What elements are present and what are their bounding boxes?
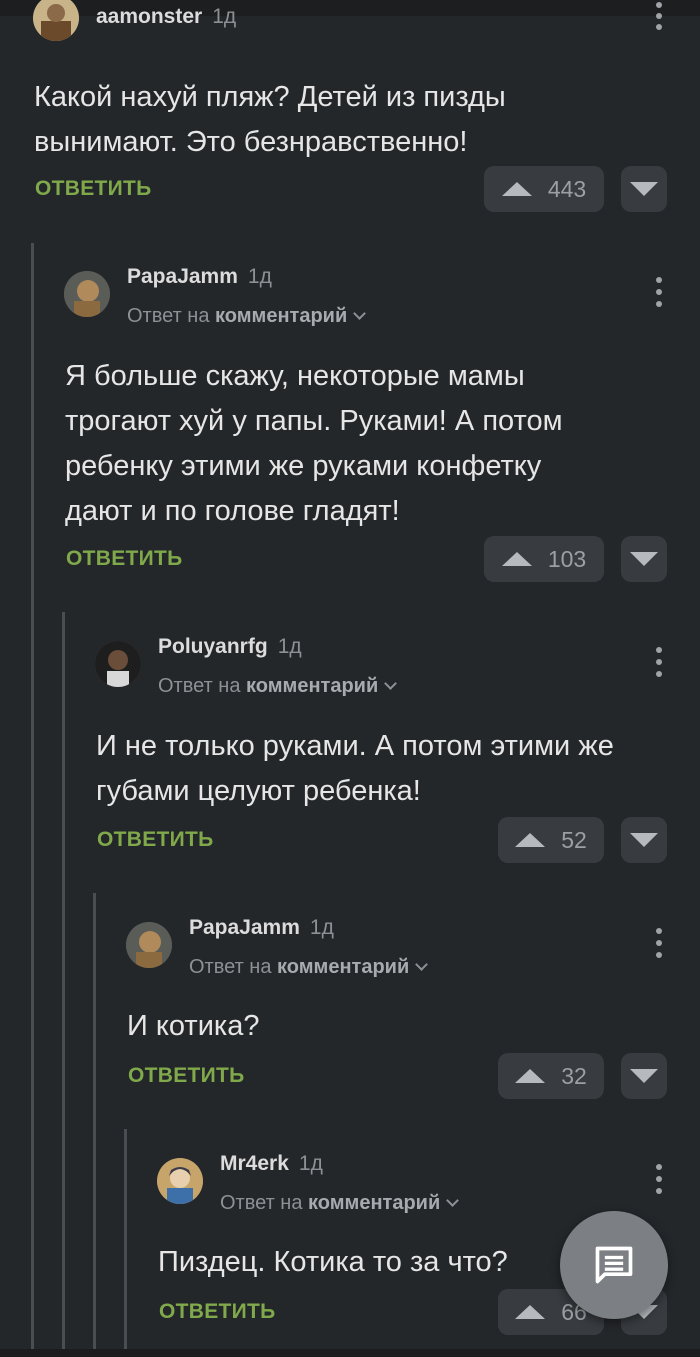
comment-time: 1д: [309, 916, 334, 939]
avatar[interactable]: [33, 0, 79, 41]
user-avatar-mr4erk-icon: [157, 1158, 203, 1204]
comment-text: Я больше скажу, некоторые мамы трогают х…: [65, 360, 563, 527]
reply-button[interactable]: ОТВЕТИТЬ: [159, 1300, 276, 1324]
comment-text: И не только руками. А потом этими же губ…: [96, 730, 614, 807]
user-avatar-papajamm-icon: [64, 271, 110, 317]
more-menu-icon[interactable]: [653, 647, 665, 677]
comment-time: 1д: [247, 265, 272, 288]
arrow-up-icon: [501, 552, 532, 566]
reply-button[interactable]: ОТВЕТИТЬ: [35, 177, 152, 201]
avatar[interactable]: [64, 271, 110, 317]
more-menu-icon[interactable]: [653, 2, 665, 30]
more-menu-icon[interactable]: [653, 1164, 665, 1194]
reply-button[interactable]: ОТВЕТИТЬ: [97, 828, 214, 852]
downvote-button[interactable]: [621, 166, 667, 212]
comment-time: 1д: [277, 635, 302, 658]
comment-text: Какой нахуй пляж? Детей из пизды вынимаю…: [34, 81, 506, 158]
arrow-down-icon: [630, 182, 658, 196]
arrow-up-icon: [501, 182, 532, 196]
comment-author[interactable]: aamonster 1д: [96, 5, 236, 29]
vote-count: 443: [547, 175, 587, 202]
reply-button[interactable]: ОТВЕТИТЬ: [128, 1064, 245, 1088]
chevron-down-icon: [446, 1194, 460, 1207]
arrow-up-icon: [515, 833, 546, 847]
avatar[interactable]: [126, 922, 172, 968]
reply-to-link[interactable]: Ответ на комментарий: [158, 675, 398, 698]
thread-line: [31, 243, 34, 1349]
vote-count: 52: [561, 826, 587, 853]
vote-count: 103: [547, 545, 587, 572]
arrow-down-icon: [630, 1069, 658, 1083]
reply-to-link[interactable]: Ответ на комментарий: [127, 305, 367, 328]
avatar[interactable]: [157, 1158, 203, 1204]
chevron-down-icon: [415, 958, 429, 971]
thread-line: [124, 1129, 127, 1349]
comment-icon: [595, 1246, 633, 1284]
reply-to-link[interactable]: Ответ на комментарий: [220, 1192, 460, 1215]
thread-line: [62, 612, 65, 1349]
user-avatar-aamonster-icon: [33, 0, 79, 41]
arrow-up-icon: [515, 1069, 546, 1083]
write-comment-button[interactable]: [560, 1211, 668, 1319]
upvote-button[interactable]: 103: [484, 536, 604, 582]
comment-text: И котика?: [127, 1010, 260, 1042]
bottom-bar: [0, 1349, 700, 1357]
arrow-down-icon: [630, 833, 658, 847]
arrow-up-icon: [515, 1305, 546, 1319]
comment-author[interactable]: Poluyanrfg 1д: [158, 635, 302, 659]
upvote-button[interactable]: 32: [498, 1053, 604, 1099]
arrow-down-icon: [630, 552, 658, 566]
downvote-button[interactable]: [621, 817, 667, 863]
more-menu-icon[interactable]: [653, 928, 665, 958]
reply-button[interactable]: ОТВЕТИТЬ: [66, 547, 183, 571]
user-avatar-papajamm-icon: [126, 922, 172, 968]
comment-time: 1д: [298, 1152, 323, 1175]
upvote-button[interactable]: 52: [498, 817, 604, 863]
user-avatar-poluyanrfg-icon: [95, 641, 141, 687]
avatar[interactable]: [95, 641, 141, 687]
comment-author[interactable]: PapaJamm 1д: [189, 916, 334, 940]
comment-author[interactable]: PapaJamm 1д: [127, 265, 272, 289]
comment-author[interactable]: Mr4erk 1д: [220, 1152, 323, 1176]
reply-to-link[interactable]: Ответ на комментарий: [189, 956, 429, 979]
downvote-button[interactable]: [621, 536, 667, 582]
comment-time: 1д: [212, 5, 237, 28]
chevron-down-icon: [384, 677, 398, 690]
upvote-button[interactable]: 443: [484, 166, 604, 212]
vote-count: 32: [561, 1062, 587, 1089]
more-menu-icon[interactable]: [653, 277, 665, 307]
downvote-button[interactable]: [621, 1053, 667, 1099]
chevron-down-icon: [353, 307, 367, 320]
thread-line: [93, 893, 96, 1349]
